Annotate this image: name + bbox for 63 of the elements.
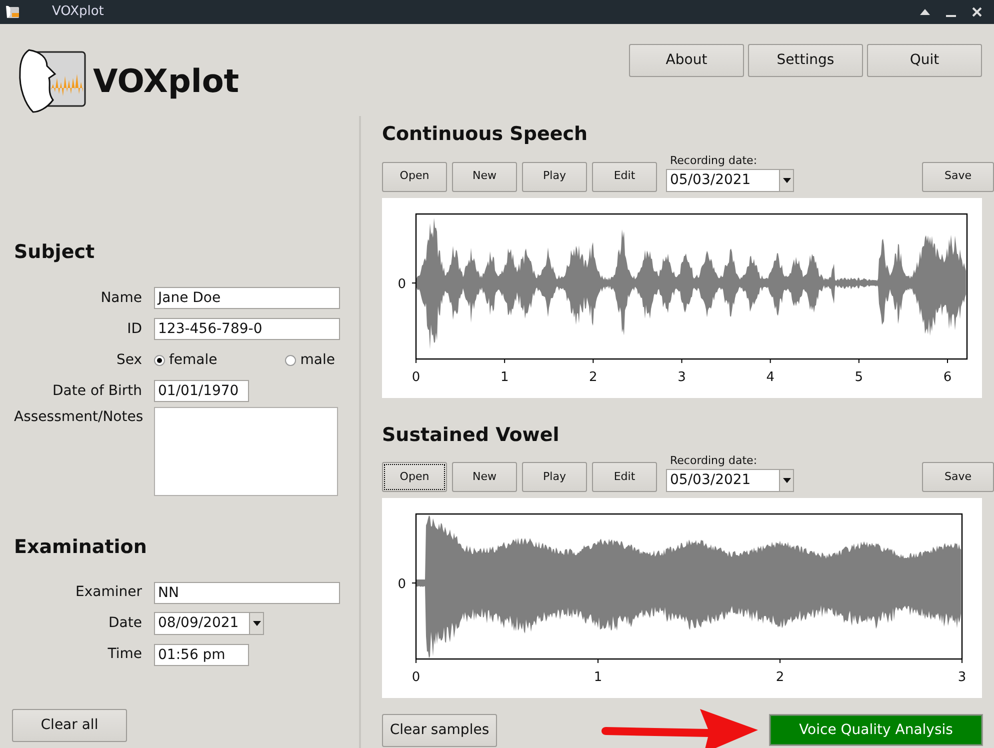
section-heading: Continuous Speech — [382, 122, 589, 147]
field-label: Sex — [115, 350, 142, 370]
tick-label: 5 — [854, 370, 864, 384]
app-icon — [4, 5, 20, 19]
button[interactable]: Edit — [592, 162, 657, 192]
section-heading: Subject — [14, 240, 96, 265]
input-field[interactable]: 01:56 pm — [154, 644, 249, 666]
tick-label: 1 — [594, 670, 602, 685]
button[interactable]: Play — [522, 462, 587, 492]
button[interactable]: Open — [382, 462, 447, 492]
dropdown-icon — [782, 178, 790, 182]
section-heading: Examination — [14, 534, 148, 560]
field-label: Date of Birth — [52, 382, 142, 400]
radio-option[interactable]: female — [154, 350, 218, 370]
tick-label: 2 — [589, 370, 598, 384]
notes-field[interactable] — [154, 406, 338, 496]
date-field[interactable]: 05/03/2021 — [666, 469, 794, 492]
tick-label: 1 — [500, 370, 509, 384]
button[interactable]: Edit — [592, 462, 657, 492]
date-field[interactable]: 05/03/2021 — [666, 168, 794, 192]
save-button[interactable]: Save — [922, 162, 994, 192]
field-label: Examiner — [74, 583, 142, 602]
button[interactable]: New — [452, 462, 517, 492]
button[interactable]: New — [452, 162, 517, 192]
field-label: Assessment/Notes — [14, 408, 142, 426]
dropdown-icon — [782, 478, 790, 483]
logo-drawing — [17, 48, 87, 114]
date-field[interactable]: 08/09/2021 — [154, 612, 264, 635]
window-title: VOXplot — [51, 3, 104, 22]
button[interactable]: Settings — [748, 44, 863, 77]
dropdown-icon — [252, 621, 260, 626]
input-field[interactable]: 123-456-789-0 — [154, 318, 340, 340]
tick-label: 0 — [398, 577, 406, 592]
app-title: VOXplot — [93, 61, 240, 102]
radio-option[interactable]: male — [285, 350, 335, 370]
clear-all-button[interactable]: Clear all — [12, 709, 127, 742]
field-label: Time — [106, 645, 142, 664]
button[interactable]: Play — [522, 162, 587, 192]
tick-label: 0 — [412, 370, 420, 384]
input-field[interactable]: 01/01/1970 — [154, 380, 249, 402]
button[interactable]: Open — [382, 162, 447, 192]
button[interactable]: Quit — [867, 44, 982, 77]
field-label: Recording date: — [670, 154, 758, 166]
input-field[interactable]: Jane Doe — [154, 287, 340, 309]
section-heading: Sustained Vowel — [382, 422, 560, 448]
close-icon[interactable] — [972, 7, 982, 17]
save-button[interactable]: Save — [922, 462, 994, 492]
tick-label: 4 — [766, 370, 774, 384]
tick-label: 0 — [398, 276, 406, 292]
tick-label: 3 — [678, 370, 686, 384]
clear-samples-button[interactable]: Clear samples — [382, 714, 497, 746]
input-field[interactable]: NN — [154, 582, 340, 604]
field-label: Name — [100, 288, 142, 308]
tick-label: 0 — [412, 670, 420, 685]
field-label: Date — [108, 614, 142, 633]
caret-up-icon[interactable] — [920, 9, 930, 15]
field-label: ID — [126, 320, 142, 338]
tick-label: 3 — [958, 670, 966, 685]
field-label: Recording date: — [670, 454, 758, 467]
voice-quality-analysis-button[interactable]: Voice Quality Analysis — [770, 715, 982, 745]
button[interactable]: About — [629, 44, 744, 77]
tick-label: 6 — [943, 370, 952, 384]
tick-label: 2 — [776, 670, 784, 685]
